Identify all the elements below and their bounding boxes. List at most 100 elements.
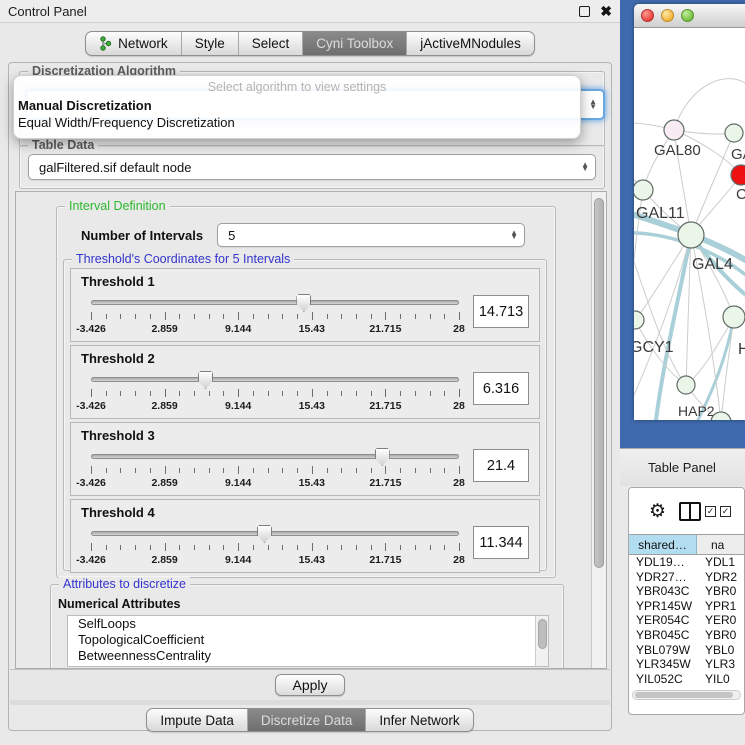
network-node[interactable] — [725, 124, 743, 142]
tick-label: 28 — [453, 554, 465, 566]
table-row[interactable]: YDL19…YDL1 — [629, 555, 744, 570]
table-row[interactable]: YIL052CYIL0 — [629, 672, 744, 687]
mac-minimize-icon[interactable] — [661, 9, 674, 22]
cell-name: YDL1 — [697, 555, 744, 570]
apply-band: Apply — [10, 669, 610, 700]
tab-network[interactable]: Network — [86, 32, 182, 55]
table-row[interactable]: YPR145WYPR1 — [629, 599, 744, 614]
threshold-value-field[interactable]: 11.344 — [473, 526, 529, 559]
threshold-box-1: Threshold 1-3.4262.8599.14415.4321.71528… — [70, 268, 540, 342]
network-node[interactable] — [634, 180, 653, 200]
tick-label: 2.859 — [151, 400, 177, 412]
table-data-selected: galFiltered.sif default node — [39, 160, 581, 175]
tick-label: 15.43 — [299, 477, 325, 489]
threshold-value-field[interactable]: 6.316 — [473, 372, 529, 405]
table-data-group-title: Table Data — [28, 138, 98, 152]
tab-discretize-data[interactable]: Discretize Data — [248, 709, 367, 731]
threshold-slider[interactable]: -3.4262.8599.14415.4321.71528 — [91, 524, 459, 570]
network-canvas[interactable]: GAL80GACGAL11GAL4GCY1HHAP2 — [634, 28, 745, 420]
tick-label: 9.144 — [225, 400, 251, 412]
threshold-label: Threshold 2 — [81, 351, 529, 366]
table-toolbar: ⚙ ✓ ✓ — [629, 488, 744, 534]
slider-thumb[interactable] — [296, 294, 311, 312]
tab-style[interactable]: Style — [182, 32, 239, 55]
table-panel: ⚙ ✓ ✓ shared… na YDL19…YDL1YDR27…YDR2YBR… — [628, 487, 745, 715]
slider-thumb[interactable] — [257, 525, 272, 543]
cyni-mode-tab-bar: Impute DataDiscretize DataInfer Network — [146, 708, 473, 732]
threshold-value-field[interactable]: 14.713 — [473, 295, 529, 328]
tick-label: -3.426 — [76, 400, 106, 412]
tick-label: 21.715 — [369, 323, 401, 335]
threshold-slider[interactable]: -3.4262.8599.14415.4321.71528 — [91, 370, 459, 416]
table-row[interactable]: YDR27…YDR2 — [629, 570, 744, 585]
checkbox-icon[interactable]: ✓ — [705, 506, 716, 517]
tick-label: 15.43 — [299, 323, 325, 335]
cell-name: YIL0 — [697, 672, 744, 687]
panel-title: Control Panel — [8, 4, 87, 19]
table-row[interactable]: YBR045CYBR0 — [629, 628, 744, 643]
table-data-combo[interactable]: galFiltered.sif default node ▲▼ — [28, 154, 596, 180]
dropdown-item-equal-width[interactable]: Equal Width/Frequency Discretization — [14, 114, 580, 131]
node-label: GAL11 — [636, 205, 685, 222]
slider-thumb[interactable] — [375, 448, 390, 466]
number-of-intervals-combo[interactable]: 5 ▲▼ — [217, 223, 525, 247]
network-node[interactable] — [634, 311, 644, 329]
node-label: H — [738, 341, 745, 358]
mac-zoom-icon[interactable] — [681, 9, 694, 22]
tab-infer-network[interactable]: Infer Network — [366, 709, 472, 731]
table-row[interactable]: YBR043CYBR0 — [629, 584, 744, 599]
attribute-list-item[interactable]: TopologicalCoefficient — [68, 632, 548, 648]
tab-jactivemnodules[interactable]: jActiveMNodules — [407, 32, 534, 55]
network-node[interactable] — [678, 222, 704, 248]
threshold-value-field[interactable]: 21.4 — [473, 449, 529, 482]
close-icon[interactable]: ✖ — [600, 4, 612, 18]
cell-shared-name: YLR345W — [629, 657, 697, 672]
threshold-label: Threshold 4 — [81, 505, 529, 520]
mac-close-icon[interactable] — [641, 9, 654, 22]
network-node[interactable] — [723, 306, 745, 328]
threshold-slider[interactable]: -3.4262.8599.14415.4321.71528 — [91, 293, 459, 339]
float-window-icon[interactable] — [579, 6, 590, 17]
attributes-list-scrollbar[interactable] — [535, 616, 548, 666]
settings-scrollpane: Interval Definition Number of Intervals … — [15, 191, 607, 669]
cell-shared-name: YIL052C — [629, 672, 697, 687]
network-window-frame: GAL80GACGAL11GAL4GCY1HHAP2 — [620, 0, 745, 448]
table-row[interactable]: YBL079WYBL0 — [629, 643, 744, 658]
network-node[interactable] — [731, 165, 745, 185]
network-node[interactable] — [664, 120, 684, 140]
cell-name: YLR3 — [697, 657, 744, 672]
tick-label: 21.715 — [369, 554, 401, 566]
network-node[interactable] — [677, 376, 695, 394]
column-header-name[interactable]: na — [697, 535, 744, 554]
split-view-icon[interactable] — [679, 502, 701, 521]
tab-cyni-toolbox[interactable]: Cyni Toolbox — [303, 32, 407, 55]
interval-definition-group: Interval Definition Number of Intervals … — [56, 206, 556, 578]
cell-name: YPR1 — [697, 599, 744, 614]
number-of-intervals-value: 5 — [228, 228, 510, 243]
table-row[interactable]: YER054CYER0 — [629, 613, 744, 628]
table-rows: YDL19…YDL1YDR27…YDR2YBR043CYBR0YPR145WYP… — [629, 555, 744, 687]
slider-thumb[interactable] — [198, 371, 213, 389]
table-row[interactable]: YLR345WYLR3 — [629, 657, 744, 672]
checkbox-icon[interactable]: ✓ — [720, 506, 731, 517]
numerical-attributes-list[interactable]: SelfLoopsTopologicalCoefficientBetweenne… — [67, 615, 549, 667]
threshold-slider[interactable]: -3.4262.8599.14415.4321.71528 — [91, 447, 459, 493]
attribute-list-item[interactable]: BetweennessCentrality — [68, 648, 548, 664]
gear-icon[interactable]: ⚙ — [649, 502, 666, 521]
tick-label: 9.144 — [225, 477, 251, 489]
threshold-box-4: Threshold 4 -3.4262.8599.14415.4321.71528… — [70, 499, 540, 573]
column-header-shared-name[interactable]: shared… — [629, 535, 697, 554]
dropdown-item-manual[interactable]: Manual Discretization — [14, 97, 580, 114]
attribute-list-item[interactable]: SelfLoops — [68, 616, 548, 632]
tab-impute-data[interactable]: Impute Data — [147, 709, 248, 731]
tab-select[interactable]: Select — [239, 32, 304, 55]
tick-label: 2.859 — [151, 323, 177, 335]
table-panel-title: Table Panel — [620, 460, 716, 475]
apply-button[interactable]: Apply — [275, 674, 344, 696]
cell-shared-name: YBL079W — [629, 643, 697, 658]
table-header-row: shared… na — [629, 534, 744, 555]
threshold-label: Threshold 3 — [81, 428, 529, 443]
tick-label: 9.144 — [225, 323, 251, 335]
table-horizontal-scrollbar[interactable] — [632, 690, 741, 700]
settings-vertical-scrollbar[interactable] — [591, 192, 606, 668]
